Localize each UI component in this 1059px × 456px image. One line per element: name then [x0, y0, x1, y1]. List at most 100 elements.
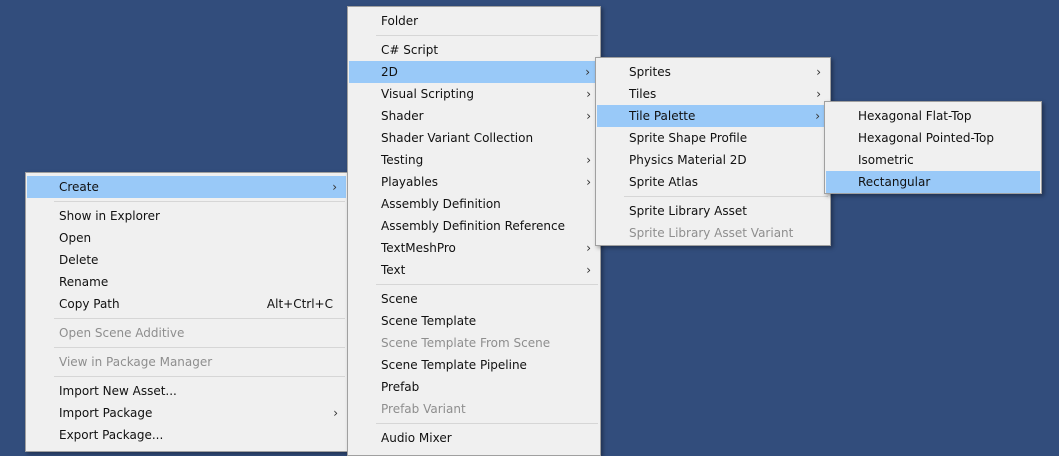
menu-item-label: Audio Mixer: [381, 431, 452, 445]
menu-item-sprite-shape-profile[interactable]: Sprite Shape Profile: [596, 127, 830, 149]
menu-item-import-new-asset[interactable]: Import New Asset...: [26, 380, 347, 402]
tile-palette-submenu: Hexagonal Flat-Top Hexagonal Pointed-Top…: [824, 101, 1042, 194]
menu-item-scene-template-from-scene[interactable]: Scene Template From Scene: [348, 332, 600, 354]
menu-item-scene-template-pipeline[interactable]: Scene Template Pipeline: [348, 354, 600, 376]
menu-item-prefab-variant[interactable]: Prefab Variant: [348, 398, 600, 420]
menu-item-export-package[interactable]: Export Package...: [26, 424, 347, 446]
submenu-arrow-icon: ›: [815, 109, 820, 123]
menu-item-label: Visual Scripting: [381, 87, 474, 101]
menu-item-text[interactable]: Text ›: [348, 259, 600, 281]
submenu-arrow-icon: ›: [586, 87, 591, 101]
menu-item-label: Create: [59, 180, 99, 194]
menu-item-hexagonal-flat-top[interactable]: Hexagonal Flat-Top: [825, 105, 1041, 127]
menu-item-label: Rename: [59, 275, 109, 289]
menu-item-audio-mixer[interactable]: Audio Mixer: [348, 427, 600, 449]
menu-item-label: Scene Template From Scene: [381, 336, 551, 350]
menu-item-open[interactable]: Open: [26, 227, 347, 249]
menu-item-label: Scene: [381, 292, 418, 306]
menu-item-sprites[interactable]: Sprites ›: [596, 61, 830, 83]
menu-item-tile-palette[interactable]: Tile Palette ›: [597, 105, 829, 127]
menu-item-label: Physics Material 2D: [629, 153, 747, 167]
menu-item-label: Isometric: [858, 153, 914, 167]
menu-separator: [376, 284, 598, 285]
menu-item-label: Shader: [381, 109, 424, 123]
menu-item-label: Hexagonal Flat-Top: [858, 109, 972, 123]
menu-item-copy-path[interactable]: Copy Path Alt+Ctrl+C: [26, 293, 347, 315]
menu-item-shader[interactable]: Shader ›: [348, 105, 600, 127]
menu-separator: [54, 376, 345, 377]
menu-item-assembly-definition-reference[interactable]: Assembly Definition Reference: [348, 215, 600, 237]
menu-item-scene[interactable]: Scene: [348, 288, 600, 310]
menu-item-label: Folder: [381, 14, 419, 28]
menu-item-label: Rectangular: [858, 175, 931, 189]
menu-separator: [376, 423, 598, 424]
submenu-arrow-icon: ›: [585, 65, 590, 79]
menu-item-label: Hexagonal Pointed-Top: [858, 131, 994, 145]
menu-item-scene-template[interactable]: Scene Template: [348, 310, 600, 332]
menu-item-sprite-library-asset-variant[interactable]: Sprite Library Asset Variant: [596, 222, 830, 244]
menu-item-assembly-definition[interactable]: Assembly Definition: [348, 193, 600, 215]
menu-item-label: Sprite Shape Profile: [629, 131, 748, 145]
menu-item-label: Testing: [381, 153, 424, 167]
menu-item-shortcut: Alt+Ctrl+C: [266, 297, 333, 311]
menu-item-folder[interactable]: Folder: [348, 10, 600, 32]
menu-item-label: Copy Path: [59, 297, 120, 311]
menu-item-textmeshpro[interactable]: TextMeshPro ›: [348, 237, 600, 259]
menu-item-label: Assembly Definition: [381, 197, 501, 211]
submenu-arrow-icon: ›: [586, 241, 591, 255]
menu-item-delete[interactable]: Delete: [26, 249, 347, 271]
submenu-arrow-icon: ›: [333, 406, 338, 420]
menu-item-label: Tiles: [629, 87, 657, 101]
menu-item-view-in-package-manager[interactable]: View in Package Manager: [26, 351, 347, 373]
menu-item-label: Delete: [59, 253, 99, 267]
menu-separator: [624, 196, 828, 197]
menu-item-rename[interactable]: Rename: [26, 271, 347, 293]
menu-item-label: Tile Palette: [629, 109, 696, 123]
menu-item-show-in-explorer[interactable]: Show in Explorer: [26, 205, 347, 227]
menu-item-shader-variant-collection[interactable]: Shader Variant Collection: [348, 127, 600, 149]
menu-item-label: Assembly Definition Reference: [381, 219, 566, 233]
menu-item-physics-material-2d[interactable]: Physics Material 2D: [596, 149, 830, 171]
menu-item-sprite-atlas[interactable]: Sprite Atlas: [596, 171, 830, 193]
menu-item-label: View in Package Manager: [59, 355, 213, 369]
menu-item-isometric[interactable]: Isometric: [825, 149, 1041, 171]
menu-item-prefab[interactable]: Prefab: [348, 376, 600, 398]
context-menu: Create › Show in Explorer Open Delete Re…: [25, 172, 348, 452]
menu-item-import-package[interactable]: Import Package ›: [26, 402, 347, 424]
submenu-arrow-icon: ›: [586, 263, 591, 277]
menu-item-testing[interactable]: Testing ›: [348, 149, 600, 171]
menu-item-create[interactable]: Create ›: [27, 176, 346, 198]
2d-submenu: Sprites › Tiles › Tile Palette › Sprite …: [595, 57, 831, 246]
submenu-arrow-icon: ›: [816, 65, 821, 79]
menu-item-playables[interactable]: Playables ›: [348, 171, 600, 193]
create-submenu: Folder C# Script 2D › Visual Scripting ›…: [347, 6, 601, 456]
menu-item-label: Sprite Library Asset: [629, 204, 747, 218]
menu-item-label: Scene Template: [381, 314, 477, 328]
submenu-arrow-icon: ›: [816, 87, 821, 101]
menu-item-2d[interactable]: 2D ›: [349, 61, 599, 83]
menu-item-hexagonal-pointed-top[interactable]: Hexagonal Pointed-Top: [825, 127, 1041, 149]
menu-separator: [376, 35, 598, 36]
menu-item-open-scene-additive[interactable]: Open Scene Additive: [26, 322, 347, 344]
submenu-arrow-icon: ›: [332, 180, 337, 194]
menu-separator: [54, 347, 345, 348]
menu-item-label: Prefab: [381, 380, 420, 394]
menu-item-label: Open Scene Additive: [59, 326, 185, 340]
menu-item-csharp-script[interactable]: C# Script: [348, 39, 600, 61]
menu-item-label: Sprite Atlas: [629, 175, 699, 189]
menu-item-label: Text: [381, 263, 406, 277]
menu-item-label: Prefab Variant: [381, 402, 466, 416]
menu-item-tiles[interactable]: Tiles ›: [596, 83, 830, 105]
menu-item-label: Open: [59, 231, 92, 245]
menu-item-rectangular[interactable]: Rectangular: [826, 171, 1040, 193]
menu-item-sprite-library-asset[interactable]: Sprite Library Asset: [596, 200, 830, 222]
menu-item-visual-scripting[interactable]: Visual Scripting ›: [348, 83, 600, 105]
menu-item-label: Sprites: [629, 65, 671, 79]
menu-item-label: Shader Variant Collection: [381, 131, 534, 145]
menu-item-label: C# Script: [381, 43, 439, 57]
submenu-arrow-icon: ›: [586, 153, 591, 167]
menu-item-label: TextMeshPro: [381, 241, 456, 255]
menu-item-label: Show in Explorer: [59, 209, 160, 223]
menu-item-label: 2D: [381, 65, 398, 79]
menu-separator: [54, 318, 345, 319]
